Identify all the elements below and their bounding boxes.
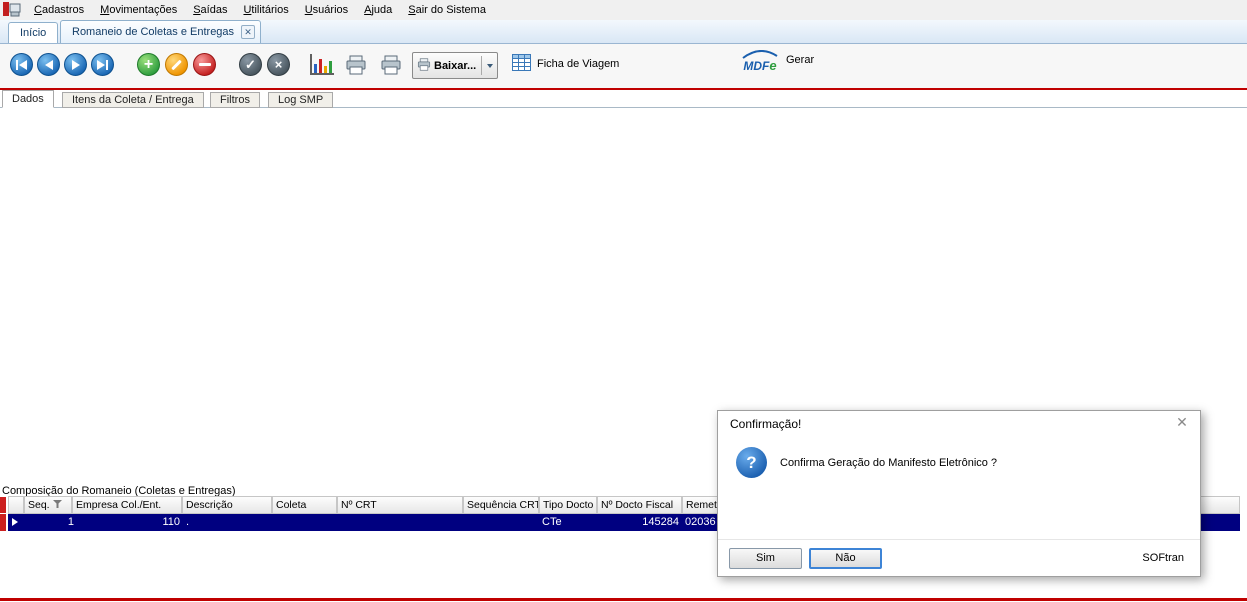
comp-cell-tipodocto: CTe: [542, 514, 594, 531]
tab-close-icon[interactable]: ✕: [241, 25, 255, 39]
ficha-de-viagem-button[interactable]: Ficha de Viagem: [512, 54, 619, 74]
menu-saidas[interactable]: Saídas: [185, 0, 235, 20]
dialog-close-icon[interactable]: ✕: [1173, 414, 1191, 431]
comp-cell-empresa: 110: [74, 514, 180, 531]
comp-header-seq-label: Seq.: [28, 497, 50, 513]
comp-cell-seq: 1: [24, 514, 74, 531]
subtab-itens[interactable]: Itens da Coleta / Entrega: [62, 92, 204, 108]
confirm-button[interactable]: ✓: [239, 53, 262, 76]
add-button[interactable]: +: [137, 53, 160, 76]
nav-first-button[interactable]: [10, 53, 33, 76]
dialog-divider: [718, 539, 1200, 540]
subtab-dados[interactable]: Dados: [2, 90, 54, 108]
menu-usuarios[interactable]: Usuários: [297, 0, 356, 20]
print-button[interactable]: [345, 55, 367, 78]
sim-button[interactable]: Sim: [729, 548, 802, 569]
menu-ajuda[interactable]: Ajuda: [356, 0, 400, 20]
dialog-message: Confirma Geração do Manifesto Eletrônico…: [780, 457, 997, 469]
comp-grid-header-ncrt[interactable]: Nº CRT: [337, 496, 463, 514]
print-preview-button[interactable]: [380, 55, 402, 78]
comp-grid-header-ndocto[interactable]: Nº Docto Fiscal: [597, 496, 682, 514]
menu-bar: Cadastros Movimentações Saídas Utilitári…: [0, 0, 1247, 20]
confirmation-dialog: Confirmação! ✕ ? Confirma Geração do Man…: [717, 410, 1201, 577]
gerar-label: Gerar: [786, 54, 814, 66]
bottom-red-line: [0, 598, 1247, 601]
window-tab-strip: Início Romaneio de Coletas e Entregas ✕: [0, 20, 1247, 44]
baixar-button[interactable]: Baixar...: [412, 52, 498, 79]
baixar-label: Baixar...: [434, 60, 476, 72]
comp-grid-header-tipodocto[interactable]: Tipo Docto: [539, 496, 597, 514]
comp-grid-header-empresa[interactable]: Empresa Col./Ent.: [72, 496, 182, 514]
comp-grid-header-descricao[interactable]: Descrição: [182, 496, 272, 514]
menu-movimentacoes[interactable]: Movimentações: [92, 0, 185, 20]
mdfe-e: e: [769, 58, 776, 73]
menu-cadastros[interactable]: Cadastros: [26, 0, 92, 20]
nao-button[interactable]: Não: [809, 548, 882, 569]
comp-grid-header-coleta[interactable]: Coleta: [272, 496, 337, 514]
cancel-button[interactable]: ×: [267, 53, 290, 76]
mdfe-text: MDF: [743, 59, 769, 73]
comp-grid-header-seqcrt[interactable]: Sequência CRT: [463, 496, 539, 514]
menu-utilitarios[interactable]: Utilitários: [235, 0, 296, 20]
baixar-dropdown-arrow[interactable]: [485, 54, 495, 77]
subtab-log-smp[interactable]: Log SMP: [268, 92, 333, 108]
subtab-filtros[interactable]: Filtros: [210, 92, 260, 108]
comp-grid-row-indicator-icon: [12, 518, 18, 526]
tab-inicio[interactable]: Início: [8, 22, 58, 43]
gerar-button[interactable]: Gerar: [786, 54, 814, 66]
comp-grid-indicator-header: [8, 496, 24, 514]
red-marker: [0, 514, 6, 531]
dialog-title: Confirmação!: [730, 417, 801, 431]
tab-romaneio[interactable]: Romaneio de Coletas e Entregas ✕: [60, 20, 261, 43]
mdfe-logo: MDFe: [740, 50, 780, 80]
grid-icon: [512, 54, 531, 74]
app-icon: [3, 2, 21, 18]
ficha-de-viagem-label: Ficha de Viagem: [537, 58, 619, 70]
delete-button[interactable]: [193, 53, 216, 76]
chart-icon[interactable]: [310, 54, 334, 75]
comp-grid-header-seq[interactable]: Seq.: [24, 496, 72, 514]
divider: [481, 56, 482, 75]
printer-icon: [417, 58, 431, 74]
red-marker: [0, 497, 6, 513]
application-window: Cadastros Movimentações Saídas Utilitári…: [0, 0, 1247, 602]
nav-last-button[interactable]: [91, 53, 114, 76]
filter-funnel-icon[interactable]: [53, 497, 62, 513]
comp-cell-descricao: .: [186, 514, 266, 531]
comp-cell-ndocto: 145284: [597, 514, 679, 531]
menu-sair-do-sistema[interactable]: Sair do Sistema: [400, 0, 494, 20]
edit-button[interactable]: [165, 53, 188, 76]
tab-romaneio-label: Romaneio de Coletas e Entregas: [72, 26, 234, 38]
nav-next-button[interactable]: [64, 53, 87, 76]
nav-prev-button[interactable]: [37, 53, 60, 76]
toolbar: + ✓ × Baixar... Ficha de Viagem MDFe Ger…: [0, 44, 1247, 90]
dialog-brand-label: SOFtran: [1142, 552, 1184, 564]
question-icon: ?: [736, 447, 767, 478]
